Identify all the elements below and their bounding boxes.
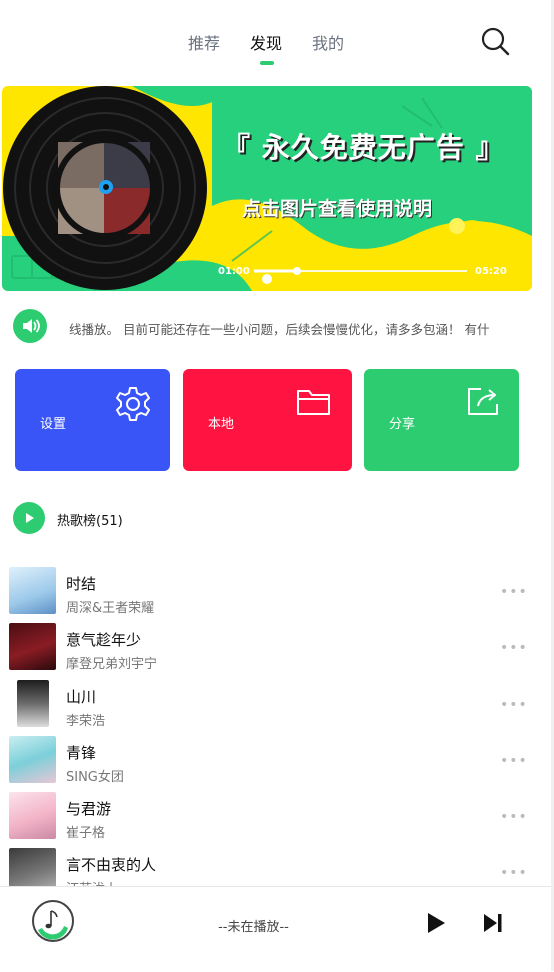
settings-label: 设置 <box>40 417 67 432</box>
more-icon[interactable]: ••• <box>500 753 528 769</box>
song-row[interactable]: 山川 李荣浩 ••• <box>0 675 551 731</box>
settings-card[interactable]: 设置 <box>15 369 170 471</box>
song-row[interactable]: 意气趁年少 摩登兄弟刘宇宁 ••• <box>0 618 551 674</box>
top-nav: 推荐 发现 我的 <box>0 0 551 80</box>
song-row[interactable]: 与君游 崔子格 ••• <box>0 787 551 843</box>
mini-player: --未在播放-- <box>0 886 551 972</box>
gear-icon <box>116 387 150 421</box>
tab-label: 推荐 <box>188 34 221 53</box>
tab-label: 发现 <box>250 34 283 53</box>
song-cover <box>9 736 56 783</box>
tab-discover[interactable]: 发现 <box>250 30 283 65</box>
song-artist: 周深&王者荣耀 <box>66 601 155 616</box>
speaker-icon <box>13 309 47 343</box>
song-artist: SING女团 <box>66 770 124 785</box>
song-row[interactable]: 青锋 SING女团 ••• <box>0 731 551 787</box>
tab-recommend[interactable]: 推荐 <box>188 30 220 54</box>
search-icon[interactable] <box>480 26 510 56</box>
song-artist: 李荣浩 <box>66 714 106 729</box>
notice-bar: 线播放。 目前可能还存在一些小问题，后续会慢慢优化，请多多包涵！ 有什 <box>13 309 513 345</box>
active-tab-indicator <box>260 61 275 65</box>
banner-time-total: 05:20 <box>475 266 507 277</box>
song-cover <box>9 623 56 670</box>
more-icon[interactable]: ••• <box>500 584 528 600</box>
song-cover <box>9 848 56 886</box>
play-icon[interactable] <box>13 502 45 534</box>
more-icon[interactable]: ••• <box>500 640 528 656</box>
share-icon <box>468 388 498 415</box>
song-title: 言不由衷的人 <box>66 856 157 874</box>
song-row[interactable]: 时结 周深&王者荣耀 ••• <box>0 562 551 618</box>
folder-icon <box>297 390 330 415</box>
song-title: 与君游 <box>66 800 112 818</box>
share-label: 分享 <box>389 417 416 432</box>
banner-time-current: 01:00 <box>218 266 250 277</box>
local-label: 本地 <box>208 417 235 432</box>
song-cover <box>9 792 56 839</box>
tab-bar: 推荐 发现 我的 <box>188 30 344 65</box>
share-card[interactable]: 分享 <box>364 369 519 471</box>
banner-title: 『 永久免费无广告 』 <box>222 131 505 164</box>
banner-artwork <box>2 86 532 291</box>
more-icon[interactable]: ••• <box>500 865 528 881</box>
song-artist: 崔子格 <box>66 826 106 841</box>
tab-label: 我的 <box>312 34 345 53</box>
next-icon[interactable] <box>482 911 504 935</box>
banner-subtitle: 点击图片查看使用说明 <box>242 198 433 220</box>
song-row[interactable]: 言不由衷的人 汪苏泷上 ••• <box>0 843 551 886</box>
song-cover <box>17 680 49 727</box>
more-icon[interactable]: ••• <box>500 697 528 713</box>
promo-banner[interactable]: 『 永久免费无广告 』 点击图片查看使用说明 01:00 05:20 <box>2 86 532 291</box>
song-title: 时结 <box>66 575 97 593</box>
song-artist: 汪苏泷上 <box>66 878 118 886</box>
song-artist: 摩登兄弟刘宇宁 <box>66 657 158 672</box>
tab-mine[interactable]: 我的 <box>312 30 344 54</box>
song-title: 意气趁年少 <box>66 631 142 649</box>
local-card[interactable]: 本地 <box>183 369 352 471</box>
more-icon[interactable]: ••• <box>500 809 528 825</box>
song-title: 青锋 <box>66 744 97 762</box>
hot-list-title: 热歌榜(51) <box>57 514 123 529</box>
song-title: 山川 <box>66 688 97 706</box>
play-icon[interactable] <box>425 911 447 935</box>
song-cover <box>9 567 56 614</box>
song-list: 时结 周深&王者荣耀 ••• 意气趁年少 摩登兄弟刘宇宁 ••• 山川 李荣浩 … <box>0 562 551 886</box>
notice-text: 线播放。 目前可能还存在一些小问题，后续会慢慢优化，请多多包涵！ 有什 <box>69 322 490 337</box>
